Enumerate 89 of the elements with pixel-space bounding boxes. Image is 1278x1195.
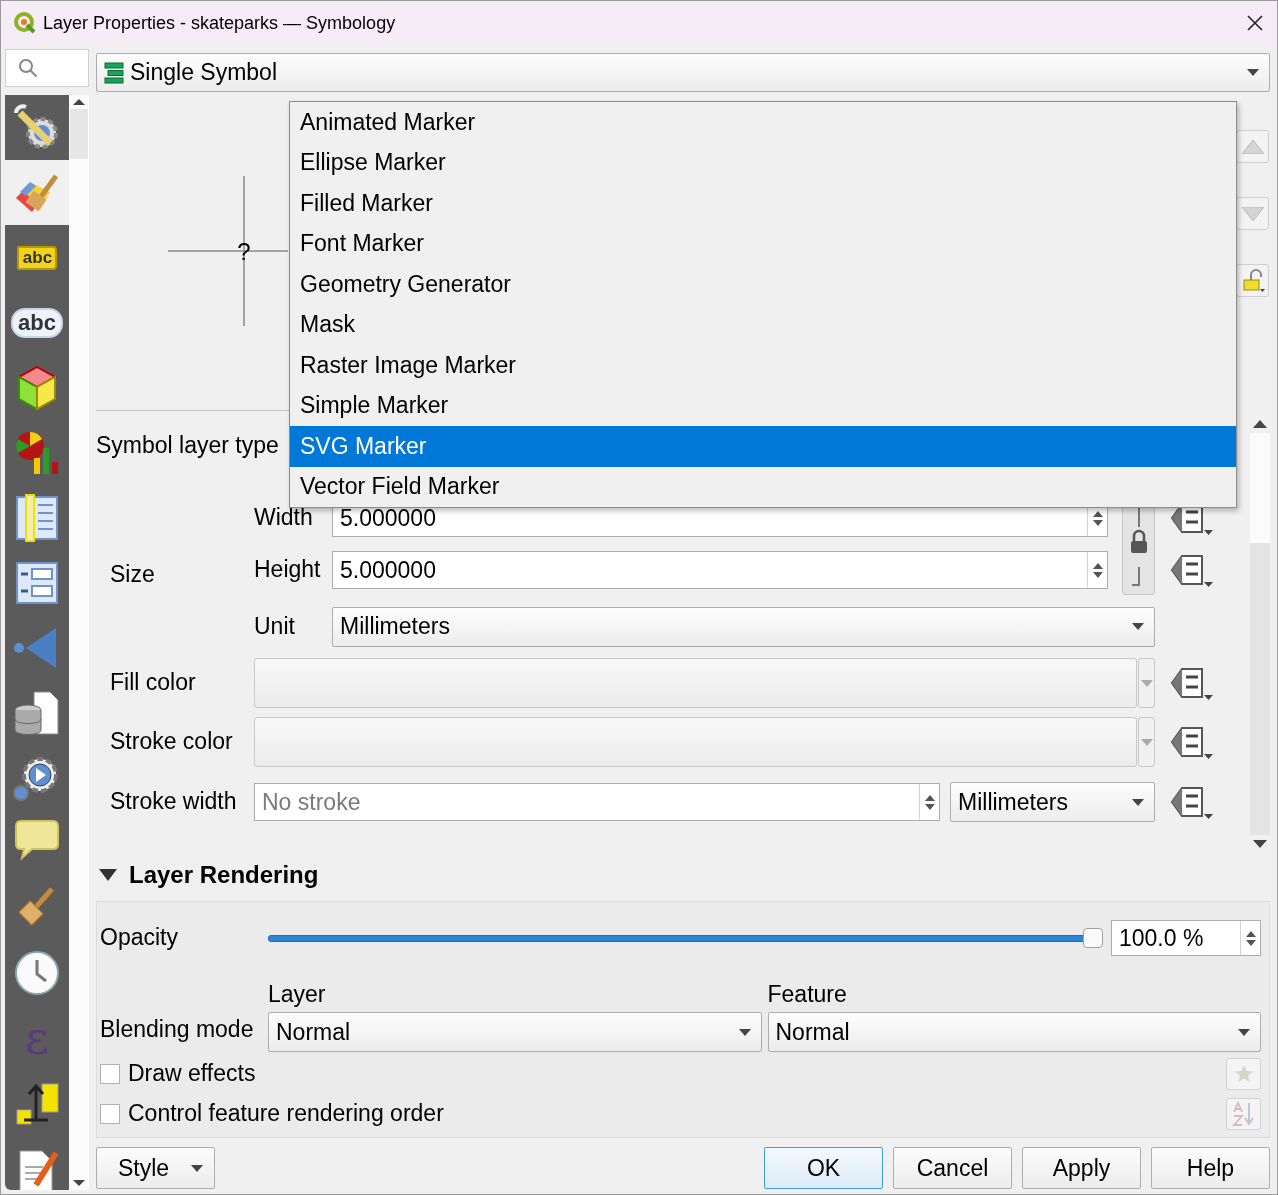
search-icon — [18, 58, 38, 78]
unit-dropdown[interactable]: Millimeters — [332, 606, 1155, 647]
lock-button[interactable] — [1236, 264, 1269, 297]
triangle-up-icon — [1241, 139, 1264, 154]
color-menu-button[interactable] — [1138, 658, 1155, 708]
caret-icon — [1132, 623, 1144, 630]
sort-icon — [1231, 1101, 1256, 1127]
field-label: Opacity — [100, 925, 179, 951]
field-label: Stroke color — [110, 729, 233, 755]
caret-icon — [1247, 69, 1259, 76]
dialog-button[interactable]: Apply — [1022, 1147, 1141, 1189]
spin-down-icon[interactable] — [924, 803, 935, 810]
unit-dropdown[interactable]: Millimeters — [950, 782, 1155, 822]
checkbox-label[interactable]: Draw effects — [128, 1061, 256, 1087]
padlock-icon — [1129, 507, 1148, 587]
spin-up-icon[interactable] — [1092, 510, 1103, 517]
checkbox-label[interactable]: Control feature rendering order — [128, 1101, 444, 1127]
spin-up-icon[interactable] — [924, 794, 935, 801]
caret-icon — [1238, 1028, 1250, 1036]
scroll-down-icon[interactable] — [1253, 839, 1267, 849]
blend-mode-dropdown[interactable]: Normal — [767, 1012, 1261, 1052]
label-tag: abc — [16, 245, 58, 270]
data-defined-icon[interactable] — [1170, 724, 1215, 760]
dialog-button[interactable]: Help — [1151, 1147, 1270, 1189]
color-menu-button[interactable] — [1138, 717, 1155, 767]
scroll-up-icon[interactable] — [1253, 419, 1267, 429]
renderer-dropdown[interactable]: Single Symbol — [96, 53, 1270, 92]
color-button[interactable] — [254, 717, 1137, 767]
padlock-icon — [1240, 268, 1265, 293]
sidebar-item[interactable]: abc — [5, 290, 69, 355]
dialog-button[interactable]: Cancel — [893, 1147, 1012, 1189]
list-option[interactable]: Simple Marker — [290, 385, 1236, 426]
caret-icon — [1140, 738, 1153, 746]
list-option[interactable]: Mask — [290, 304, 1236, 345]
label-bubble: abc — [11, 307, 63, 338]
field-label: Unit — [254, 613, 295, 640]
list-option[interactable]: Filled Marker — [290, 183, 1236, 224]
search-field[interactable] — [5, 49, 89, 87]
data-defined-icon[interactable] — [1170, 665, 1215, 701]
sidebar-item[interactable]: abc — [5, 225, 69, 290]
move-up-button[interactable] — [1236, 130, 1269, 163]
spin-down-icon[interactable] — [1245, 939, 1256, 946]
blend-mode-dropdown[interactable]: Normal — [268, 1012, 762, 1052]
field-label: Blending mode — [100, 1017, 255, 1043]
caret-icon — [1140, 679, 1153, 687]
spin-box[interactable]: 5.000000 — [332, 551, 1108, 589]
color-button[interactable] — [254, 658, 1137, 708]
scrollbar-thumb[interactable] — [70, 109, 88, 159]
field-label: Fill color — [110, 670, 196, 696]
spin-box[interactable]: No stroke — [254, 783, 940, 821]
checkbox[interactable] — [100, 1104, 120, 1124]
move-down-button[interactable] — [1236, 197, 1269, 230]
spin-down-icon[interactable] — [1092, 519, 1103, 526]
spin-up-icon[interactable] — [1092, 562, 1103, 569]
triangle-down-icon — [1241, 206, 1264, 221]
field-label: Stroke width — [110, 789, 237, 815]
spin-box[interactable]: 100.0 % — [1111, 920, 1261, 956]
field-label: Layer — [268, 982, 327, 1009]
checkbox[interactable] — [100, 1064, 120, 1084]
data-defined-icon[interactable] — [1170, 552, 1215, 588]
star-icon — [1233, 1064, 1254, 1084]
single-symbol-icon — [104, 61, 124, 84]
dialog-button[interactable]: Style — [96, 1147, 215, 1189]
caret-icon — [1132, 798, 1144, 806]
app-logo-icon — [13, 11, 37, 35]
dialog-button[interactable]: OK — [764, 1147, 883, 1189]
list-option[interactable]: Geometry Generator — [290, 264, 1236, 305]
list-option[interactable]: Ellipse Marker — [290, 142, 1236, 183]
field-label: Height — [254, 557, 321, 583]
field-label: Size — [110, 561, 155, 588]
data-defined-icon[interactable] — [1170, 784, 1215, 820]
spin-down-icon[interactable] — [1092, 571, 1103, 578]
symbol-preview: ? — [168, 176, 288, 326]
field-label: Width — [254, 505, 313, 531]
list-option[interactable]: Font Marker — [290, 223, 1236, 264]
slider-handle[interactable] — [1083, 928, 1103, 948]
opacity-slider[interactable] — [267, 927, 1103, 949]
section-header[interactable]: Layer Rendering — [96, 849, 1270, 901]
spin-up-icon[interactable] — [1245, 930, 1256, 937]
expand-arrow-icon — [99, 869, 117, 881]
list-option[interactable]: Animated Marker — [290, 102, 1236, 143]
close-icon[interactable] — [1247, 15, 1263, 31]
field-label: Feature — [767, 982, 848, 1009]
list-option[interactable]: SVG Marker — [290, 426, 1236, 467]
field-label: Symbol layer type — [96, 433, 279, 459]
caret-icon — [738, 1028, 751, 1036]
list-option[interactable]: Raster Image Marker — [290, 345, 1236, 386]
caret-icon — [191, 1164, 204, 1172]
window-title: Layer Properties - skateparks — Symbology — [43, 12, 397, 34]
